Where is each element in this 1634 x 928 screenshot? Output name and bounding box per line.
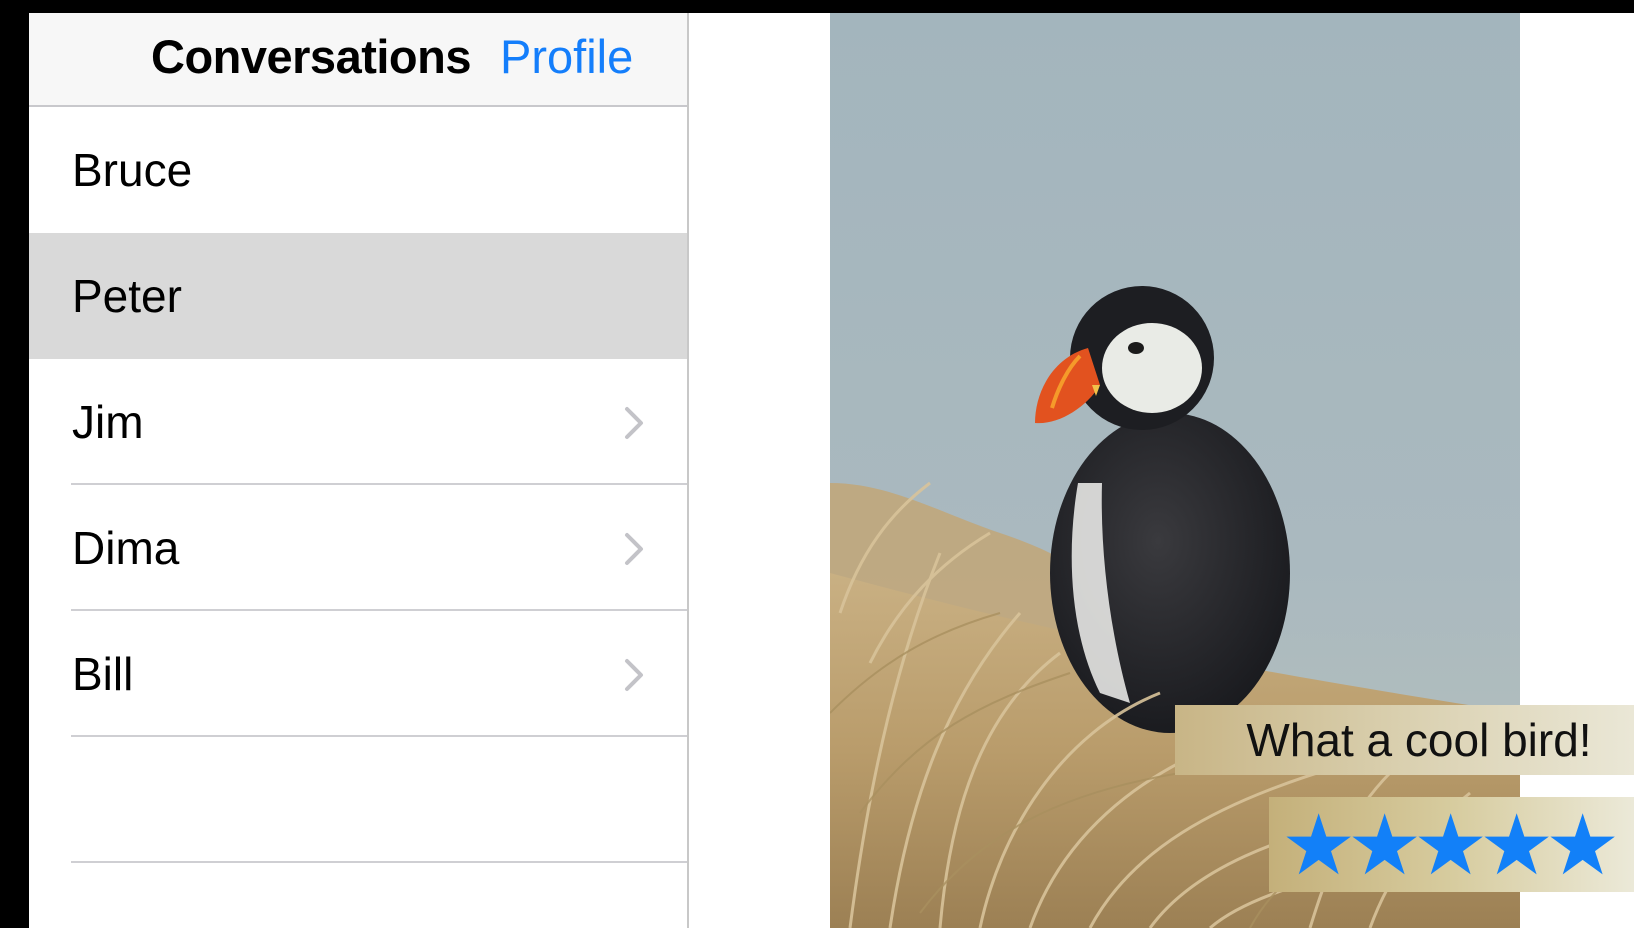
conversation-name: Jim [72,396,144,448]
conversation-list: Bruce Peter Jim Dima Bill [29,107,687,863]
profile-button[interactable]: Profile [500,29,633,84]
puffin-photo [830,13,1520,928]
chevron-right-icon [625,407,643,439]
chevron-right-icon [625,659,643,691]
star-icon[interactable]: ★ [1347,803,1422,887]
row-separator [71,861,687,863]
conversation-row-bruce[interactable]: Bruce [29,107,687,233]
navigation-bar: Conversations Profile [29,13,687,107]
caption-text: What a cool bird! [1246,714,1592,766]
conversation-row-dima[interactable]: Dima [29,485,687,611]
conversation-name: Dima [72,522,180,574]
empty-row [29,737,687,863]
detail-pane [689,13,1634,928]
conversation-name: Bill [72,648,134,700]
star-icon[interactable]: ★ [1281,803,1356,887]
star-icon[interactable]: ★ [1545,803,1620,887]
nav-title: Conversations [151,30,471,83]
conversation-name: Peter [72,270,182,322]
star-icon[interactable]: ★ [1479,803,1554,887]
conversation-name: Bruce [72,144,193,196]
photo-caption: What a cool bird! [1175,705,1634,775]
star-rating[interactable]: ★ ★ ★ ★ ★ [1269,797,1634,892]
conversations-pane: Conversations Profile Bruce Peter Jim Di… [29,13,689,928]
app-window: Conversations Profile Bruce Peter Jim Di… [29,13,1634,928]
conversation-row-peter[interactable]: Peter [29,233,687,359]
conversation-row-jim[interactable]: Jim [29,359,687,485]
puffin-illustration [830,13,1520,928]
chevron-right-icon [625,533,643,565]
conversation-row-bill[interactable]: Bill [29,611,687,737]
star-icon[interactable]: ★ [1413,803,1488,887]
